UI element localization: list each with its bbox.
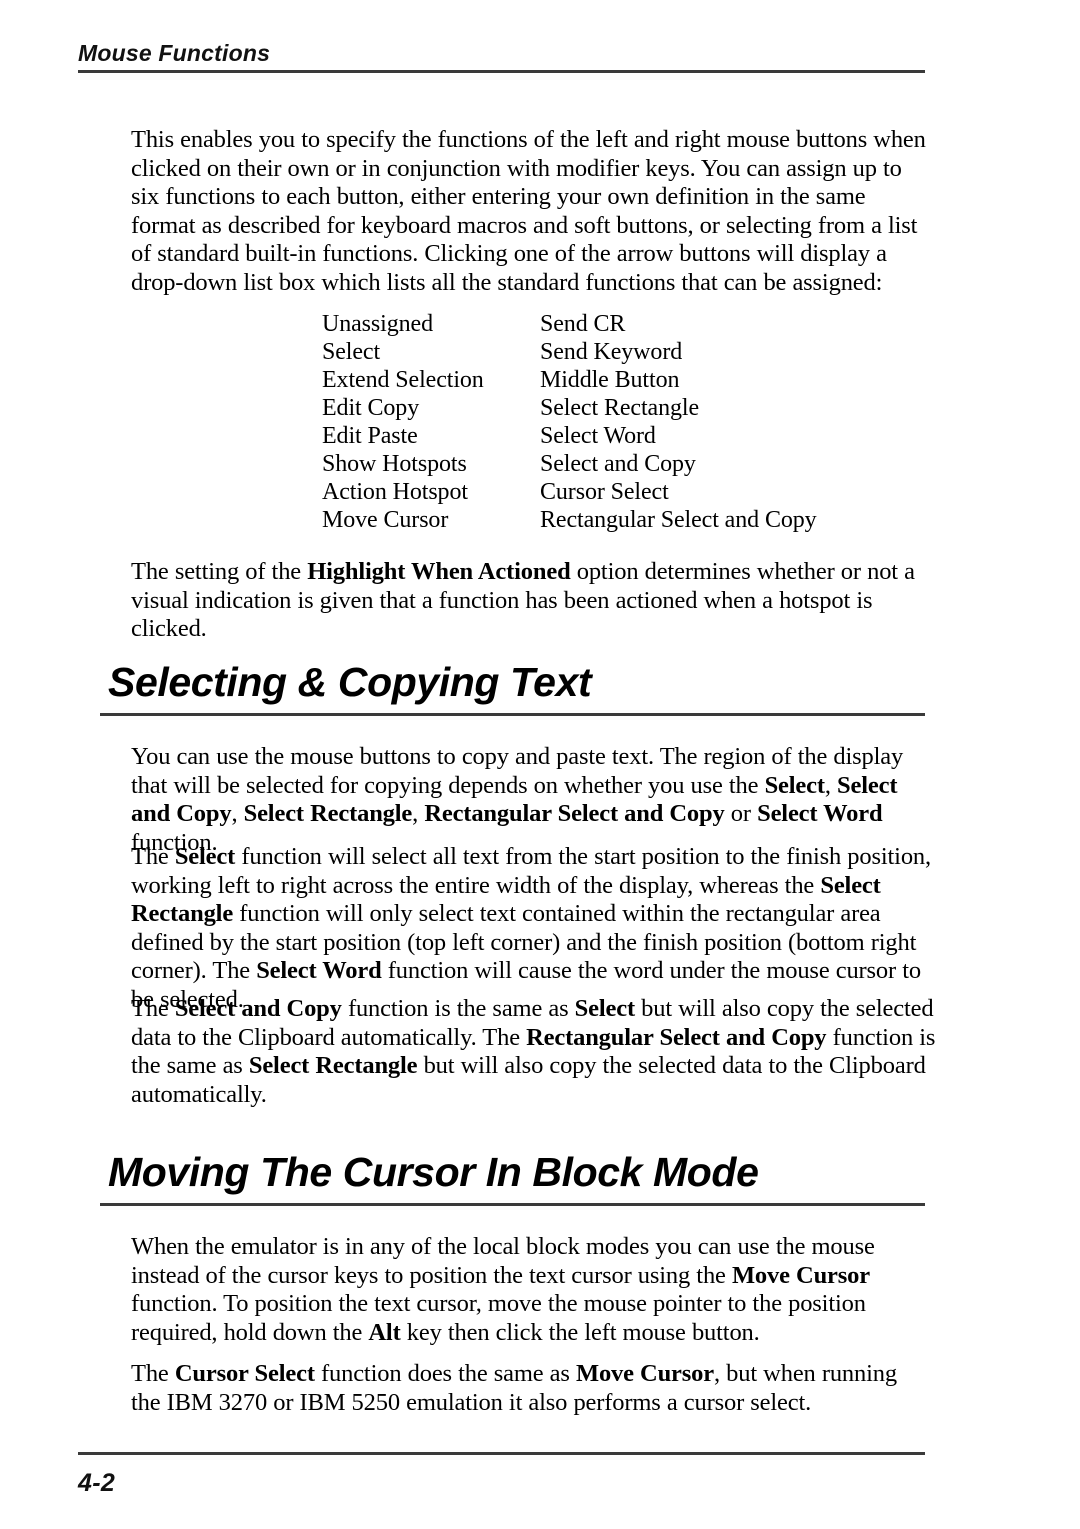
list-item: Select Send Keyword: [322, 338, 942, 366]
header-rule: [78, 70, 925, 74]
function-name-right: Send CR: [540, 311, 626, 337]
text-run: The: [131, 995, 175, 1022]
list-item: Show Hotspots Select and Copy: [322, 450, 942, 478]
emphasis-move-cursor: Move Cursor: [575, 1360, 714, 1387]
text-run: The: [131, 843, 175, 870]
text-run: function will select all text from the s…: [131, 843, 932, 899]
text-run: key then click the left mouse button.: [400, 1318, 760, 1346]
running-header: Mouse Functions: [78, 40, 925, 74]
emphasis-select: Select: [764, 771, 825, 799]
function-name-right: Select Word: [540, 423, 656, 449]
function-name-left: Edit Paste: [322, 423, 418, 449]
section-heading-selecting-copying-text: Selecting & Copying Text: [100, 659, 925, 717]
moving-paragraph-1: When the emulator is in any of the local…: [131, 1233, 939, 1347]
emphasis-move-cursor: Move Cursor: [731, 1261, 870, 1289]
section-rule: [100, 713, 925, 717]
text-run: ,: [412, 800, 425, 828]
emphasis-select-and-copy: Select and Copy: [174, 995, 342, 1022]
text-run: function does the same as: [314, 1360, 576, 1387]
emphasis-select-rectangle: Select Rectangle: [243, 800, 413, 828]
text-run: or: [724, 800, 758, 828]
emphasis-rectangular-select-and-copy: Rectangular Select and Copy: [424, 800, 725, 828]
emphasis-highlight-when-actioned: Highlight When Actioned: [307, 558, 571, 585]
page-footer: 4-2: [78, 1452, 925, 1498]
function-name-left: Select: [322, 339, 381, 365]
running-header-title: Mouse Functions: [78, 40, 271, 66]
section-title: Moving The Cursor In Block Mode: [108, 1149, 759, 1195]
function-name-right: Send Keyword: [540, 339, 683, 365]
section-heading-moving-the-cursor-in-block-mode: Moving The Cursor In Block Mode: [100, 1149, 925, 1207]
moving-paragraph-2: The Cursor Select function does the same…: [131, 1360, 926, 1417]
selecting-paragraph-3: The Select and Copy function is the same…: [131, 995, 936, 1109]
standard-functions-list: Unassigned Send CR Select Send Keyword E…: [322, 310, 942, 534]
list-item: Edit Paste Select Word: [322, 422, 942, 450]
section-rule: [100, 1203, 925, 1207]
emphasis-alt-key: Alt: [368, 1318, 401, 1346]
text-run: The setting of the: [131, 558, 308, 585]
list-item: Unassigned Send CR: [322, 310, 942, 338]
list-item: Action Hotspot Cursor Select: [322, 478, 942, 506]
emphasis-select: Select: [174, 843, 236, 870]
function-name-left: Edit Copy: [322, 395, 420, 421]
selecting-paragraph-1: You can use the mouse buttons to copy an…: [131, 743, 931, 857]
page-number: 4-2: [78, 1469, 116, 1497]
list-item: Move Cursor Rectangular Select and Copy: [322, 506, 942, 534]
emphasis-select: Select: [574, 995, 635, 1022]
function-name-right: Middle Button: [540, 367, 680, 393]
function-name-left: Move Cursor: [322, 507, 449, 533]
text-run: ,: [231, 800, 244, 828]
function-name-left: Unassigned: [322, 311, 433, 337]
list-item: Edit Copy Select Rectangle: [322, 394, 942, 422]
section-title: Selecting & Copying Text: [108, 659, 592, 705]
list-item: Extend Selection Middle Button: [322, 366, 942, 394]
emphasis-select-word: Select Word: [256, 957, 382, 985]
emphasis-cursor-select: Cursor Select: [174, 1360, 315, 1387]
function-name-right: Rectangular Select and Copy: [540, 507, 817, 533]
emphasis-select-rectangle: Select Rectangle: [248, 1052, 418, 1080]
selecting-paragraph-2: The Select function will select all text…: [131, 843, 931, 1015]
text-run: The: [131, 1360, 175, 1387]
text-run: ,: [824, 771, 838, 799]
footer-rule: [78, 1452, 925, 1455]
function-name-left: Action Hotspot: [322, 479, 468, 505]
function-name-right: Select Rectangle: [540, 395, 699, 421]
function-name-left: Show Hotspots: [322, 451, 467, 477]
intro-paragraph: This enables you to specify the function…: [131, 126, 926, 296]
document-page: Mouse Functions This enables you to spec…: [0, 0, 1080, 1529]
function-name-left: Extend Selection: [322, 367, 484, 393]
emphasis-select-word: Select Word: [757, 800, 883, 828]
function-name-right: Cursor Select: [540, 479, 669, 505]
function-name-right: Select and Copy: [540, 451, 696, 477]
highlight-when-actioned-paragraph: The setting of the Highlight When Action…: [131, 558, 921, 644]
emphasis-rectangular-select-and-copy: Rectangular Select and Copy: [526, 1023, 827, 1051]
text-run: function is the same as: [341, 995, 575, 1022]
